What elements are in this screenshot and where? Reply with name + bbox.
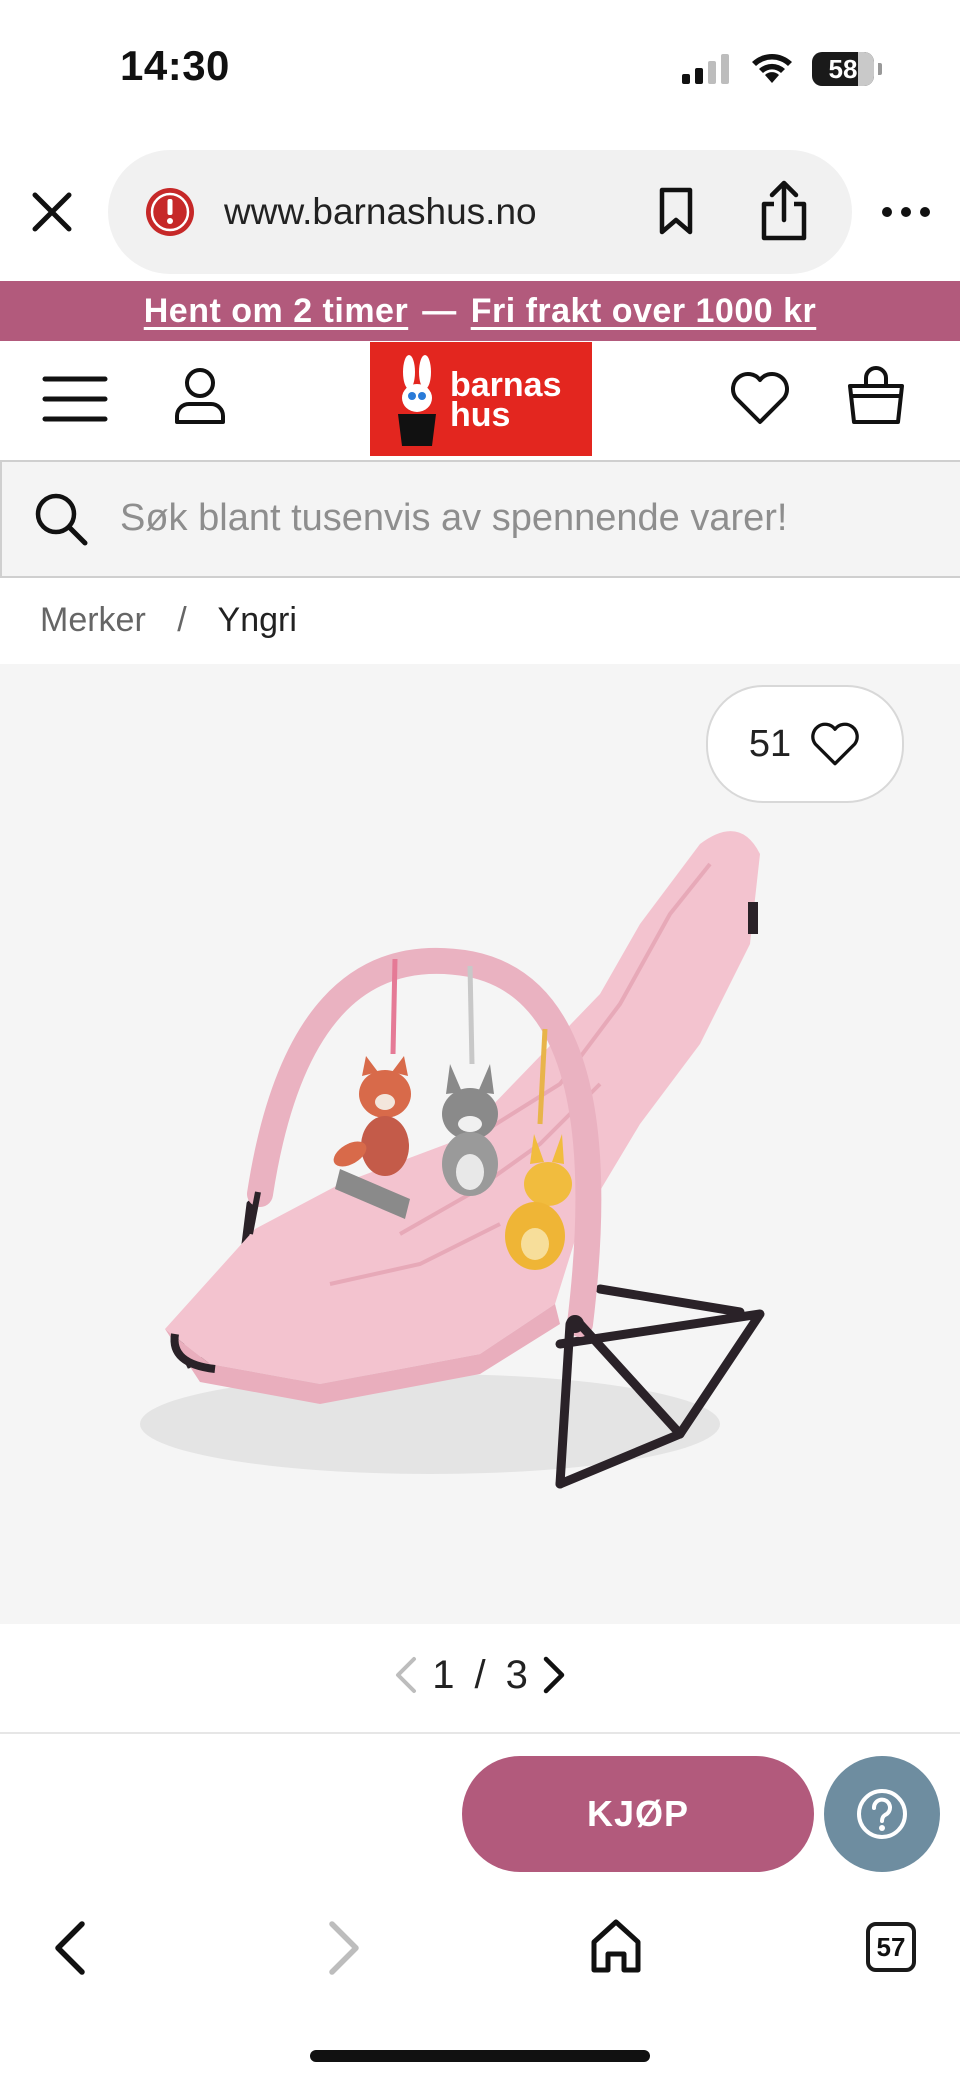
pager-current: 1 [432,1652,455,1697]
tabs-count: 57 [876,1931,906,1962]
battery-tip [878,63,882,75]
share-icon[interactable] [756,180,812,242]
image-pager: 1 / 3 [380,1650,580,1700]
bunny-logo-icon [398,355,436,446]
promo-pickup-link[interactable]: Hent om 2 timer [144,292,408,331]
pager-total: 3 [505,1652,528,1697]
promo-banner: Hent om 2 timer — Fri frakt over 1000 kr [0,281,960,341]
product-image[interactable] [0,664,960,1624]
buy-button[interactable]: KJØP [462,1756,814,1872]
favorite-button[interactable]: 51 [706,685,904,803]
help-icon [857,1789,907,1839]
forward-icon[interactable] [322,1918,366,1978]
search-icon[interactable] [34,492,88,546]
bag-icon[interactable] [846,366,906,426]
more-icon[interactable] [880,202,932,222]
heart-outline-icon [811,722,859,766]
logo-word-2: hus [450,396,511,434]
help-button[interactable] [824,1756,940,1872]
search-placeholder[interactable]: Søk blant tusenvis av spennende varer! [120,497,788,540]
promo-separator: — [422,291,457,330]
back-icon[interactable] [48,1918,92,1978]
close-icon [32,192,72,232]
warning-icon[interactable] [144,186,196,238]
user-icon[interactable] [172,366,228,426]
chevron-right-icon[interactable] [542,1655,566,1695]
breadcrumb-item-yngri: Yngri [217,601,297,639]
close-button[interactable] [22,182,82,242]
wifi-icon [752,54,792,83]
pager-separator: / [474,1652,486,1697]
favorite-count: 51 [748,722,792,765]
home-indicator[interactable] [310,2050,650,2062]
home-icon[interactable] [588,1916,644,1976]
divider [0,1732,960,1734]
site-logo[interactable]: barnas hus [370,342,592,456]
breadcrumb: Merker / Yngri [40,601,297,640]
url-text[interactable]: www.barnashus.no [224,191,537,233]
status-time: 14:30 [120,42,230,89]
battery-level: 58 [828,53,858,84]
menu-icon[interactable] [42,374,108,424]
breadcrumb-separator: / [177,601,187,639]
status-icons: 58 [682,52,882,86]
promo-shipping-link[interactable]: Fri frakt over 1000 kr [471,292,817,331]
battery-icon: 58 [812,52,874,86]
tabs-button[interactable]: 57 [866,1922,916,1972]
heart-icon[interactable] [730,370,790,426]
signal-icon [682,54,729,84]
bookmark-icon[interactable] [654,186,698,236]
breadcrumb-item-merker[interactable]: Merker [40,601,146,639]
chevron-left-icon[interactable] [394,1655,418,1695]
